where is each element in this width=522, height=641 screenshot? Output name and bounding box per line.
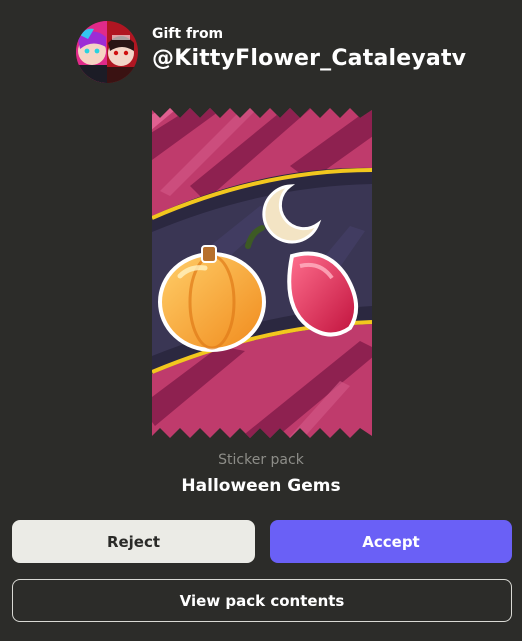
gift-header: Gift from @KittyFlower_Cataleyatv (76, 20, 466, 84)
pack-type-label: Sticker pack (218, 452, 304, 468)
gift-header-text: Gift from @KittyFlower_Cataleyatv (152, 26, 466, 71)
sticker-pack-image (150, 106, 374, 442)
sender-username[interactable]: @KittyFlower_Cataleyatv (152, 46, 466, 71)
accept-button[interactable]: Accept (270, 520, 512, 563)
sender-avatar (76, 21, 138, 83)
pack-name: Halloween Gems (181, 476, 341, 496)
gift-from-label: Gift from (152, 25, 224, 42)
gift-dialog: Gift from @KittyFlower_Cataleyatv Sticke… (0, 0, 522, 641)
view-pack-contents-button[interactable]: View pack contents (12, 579, 512, 622)
reject-button[interactable]: Reject (12, 520, 255, 563)
